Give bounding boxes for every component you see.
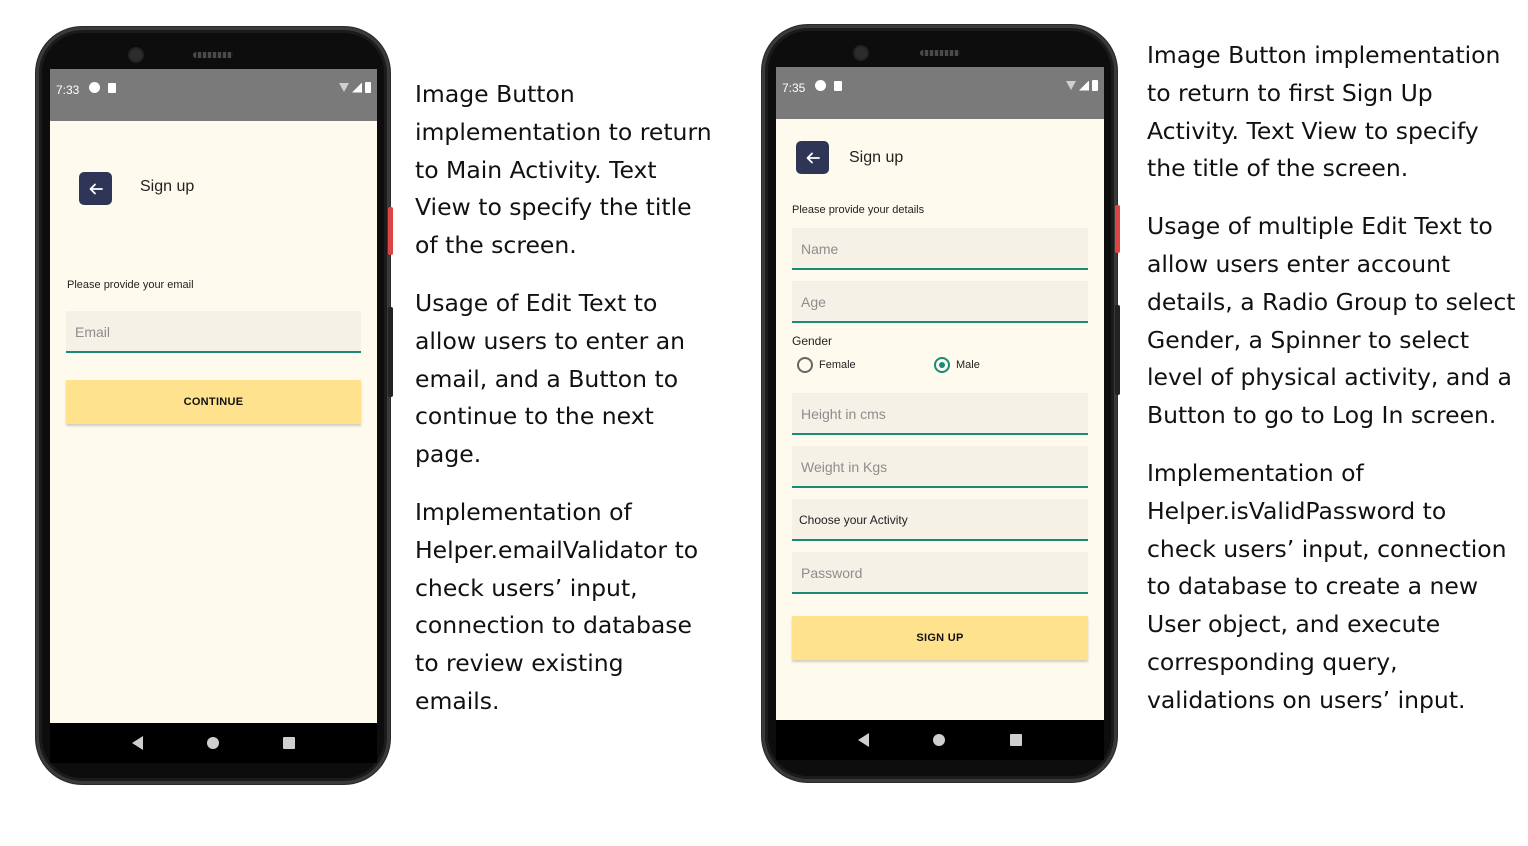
radio-unchecked-icon (797, 357, 813, 373)
volume-button (388, 307, 393, 397)
email-placeholder: Email (75, 324, 111, 340)
app-screen-1: 7:33 Sign up Please provide your email E… (50, 69, 377, 749)
nav-recent-apps-icon[interactable] (283, 737, 295, 749)
description-paragraph: Implementation of Helper.emailValidator … (415, 497, 699, 715)
battery-icon (365, 82, 371, 93)
name-placeholder: Name (801, 241, 839, 257)
radio-label-male: Male (956, 359, 980, 371)
description-right: Image Button implementation to return to… (1147, 37, 1519, 740)
wifi-icon (339, 83, 349, 92)
arrow-left-icon (806, 152, 820, 163)
name-field[interactable]: Name (792, 228, 1088, 270)
sd-card-icon (834, 80, 842, 91)
front-camera (130, 49, 142, 61)
height-field[interactable]: Height in cms (792, 393, 1088, 435)
age-placeholder: Age (801, 294, 826, 310)
description-paragraph: Usage of multiple Edit Text to allow use… (1147, 212, 1516, 430)
volume-button (1115, 305, 1120, 395)
nav-bar (776, 720, 1104, 760)
sign-up-button-label: SIGN UP (916, 632, 964, 644)
front-camera (855, 47, 867, 59)
sign-up-button[interactable]: SIGN UP (792, 616, 1088, 660)
status-bar: 7:35 (776, 67, 1104, 119)
details-hint: Please provide your details (792, 204, 925, 216)
description-paragraph: Image Button implementation to return to… (415, 80, 712, 260)
password-field[interactable]: Password (792, 552, 1088, 594)
status-time: 7:33 (56, 83, 80, 97)
email-hint: Please provide your email (67, 279, 194, 291)
power-button (388, 207, 393, 255)
back-button[interactable] (79, 172, 112, 205)
weight-placeholder: Weight in Kgs (801, 459, 888, 475)
page-title: Sign up (849, 149, 904, 166)
arrow-left-icon (89, 183, 103, 194)
speaker-grille (920, 50, 960, 56)
phone-frame-1: 7:33 Sign up Please provide your email E… (36, 27, 393, 784)
sync-icon (815, 80, 826, 91)
power-button (1115, 205, 1120, 253)
sd-card-icon (108, 82, 116, 93)
radio-checked-icon (934, 357, 950, 373)
nav-recent-apps-icon[interactable] (1009, 734, 1022, 746)
sync-icon (89, 82, 100, 93)
phone-frame-2: 7:35 Sign up Please provide your details… (762, 25, 1120, 782)
description-paragraph: Usage of Edit Text to allow users to ent… (415, 288, 686, 469)
nav-back-icon[interactable] (858, 733, 870, 747)
gender-label: Gender (792, 334, 833, 348)
signal-icon (1079, 80, 1089, 91)
activity-spinner-value: Choose your Activity (799, 513, 908, 527)
height-placeholder: Height in cms (801, 406, 886, 422)
back-button[interactable] (796, 141, 829, 174)
battery-icon (1092, 80, 1098, 91)
nav-home-icon[interactable] (207, 737, 219, 749)
nav-bar (50, 723, 377, 763)
continue-button[interactable]: CONTINUE (66, 380, 361, 424)
gender-radio-female[interactable]: Female (797, 357, 856, 373)
signal-icon (352, 82, 362, 93)
continue-button-label: CONTINUE (183, 396, 244, 408)
description-paragraph: Image Button implementation to return to… (1147, 41, 1501, 183)
weight-field[interactable]: Weight in Kgs (792, 446, 1088, 488)
age-field[interactable]: Age (792, 281, 1088, 323)
app-screen-2: 7:35 Sign up Please provide your details… (776, 67, 1104, 720)
nav-home-icon[interactable] (933, 734, 946, 746)
status-time: 7:35 (782, 81, 806, 95)
description-left: Image Button implementation to return to… (415, 76, 715, 741)
status-bar: 7:33 (50, 69, 377, 121)
gender-radio-male[interactable]: Male (934, 357, 980, 373)
password-placeholder: Password (801, 565, 863, 581)
email-field[interactable]: Email (66, 311, 361, 353)
wifi-icon (1066, 81, 1076, 90)
description-paragraph: Implementation of Helper.isValidPassword… (1147, 458, 1507, 714)
radio-label-female: Female (819, 359, 856, 371)
nav-back-icon[interactable] (132, 736, 143, 750)
speaker-grille (193, 52, 233, 58)
activity-spinner[interactable]: Choose your Activity (792, 499, 1088, 541)
page-title: Sign up (140, 178, 195, 195)
